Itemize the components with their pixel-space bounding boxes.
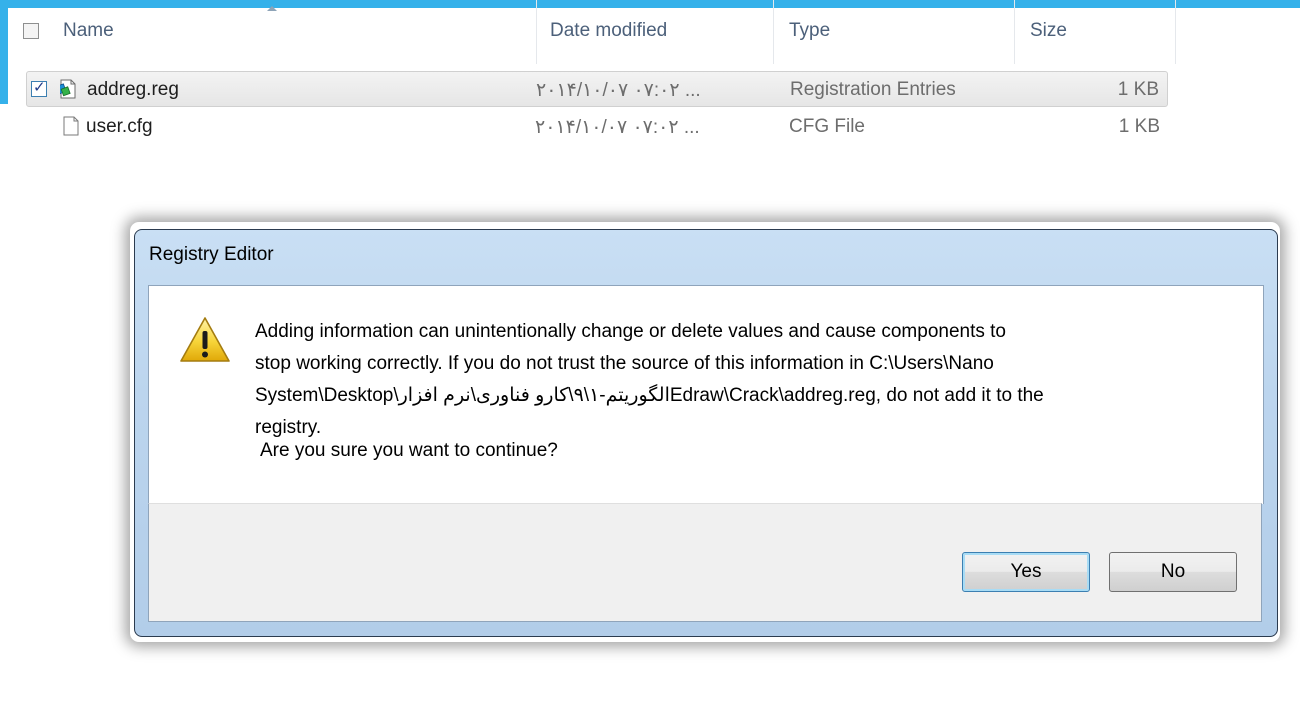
window-accent-edge <box>0 0 8 104</box>
column-header-name-label: Name <box>63 20 114 41</box>
select-all-checkbox[interactable] <box>23 23 39 39</box>
column-divider[interactable] <box>1175 0 1176 64</box>
yes-button[interactable]: Yes <box>962 552 1090 592</box>
file-type: CFG File <box>789 116 865 137</box>
file-name: addreg.reg <box>87 79 179 100</box>
column-header-size-label: Size <box>1030 20 1067 41</box>
dialog-button-bar: Yes No <box>148 503 1262 622</box>
sort-ascending-icon <box>267 6 277 11</box>
warning-message: Adding information can unintentionally c… <box>255 316 1255 444</box>
column-header-date-label: Date modified <box>550 20 668 41</box>
registry-editor-dialog: Registry Editor Adding information can u… <box>134 229 1278 637</box>
column-header-date-modified[interactable]: Date modified <box>537 0 773 64</box>
no-button[interactable]: No <box>1109 552 1237 592</box>
file-row[interactable]: user.cfg ۲۰۱۴/۱۰/۰۷ ۰۷:۰۲ ... CFG File 1… <box>26 113 1168 149</box>
file-select-checkbox[interactable] <box>31 78 47 97</box>
column-header-name[interactable]: Name <box>50 0 536 64</box>
file-row[interactable]: addreg.reg ۲۰۱۴/۱۰/۰۷ ۰۷:۰۲ ... Registra… <box>26 71 1168 107</box>
warning-message-line: System\Desktop\الگوریتم-۱\۹\کارو فناوری\… <box>255 385 1044 406</box>
confirm-question: Are you sure you want to continue? <box>260 440 558 461</box>
column-header-size[interactable]: Size <box>1015 0 1175 64</box>
dialog-content: Adding information can unintentionally c… <box>148 285 1264 504</box>
file-date-modified: ۲۰۱۴/۱۰/۰۷ ۰۷:۰۲ ... <box>536 80 701 101</box>
file-date-modified: ۲۰۱۴/۱۰/۰۷ ۰۷:۰۲ ... <box>535 117 700 138</box>
warning-message-line: stop working correctly. If you do not tr… <box>255 353 994 374</box>
file-size: 1 KB <box>1117 79 1159 100</box>
warning-icon <box>180 317 230 362</box>
warning-message-line: Adding information can unintentionally c… <box>255 321 1007 342</box>
column-header-type[interactable]: Type <box>774 0 1014 64</box>
dialog-title[interactable]: Registry Editor <box>149 244 274 266</box>
blank-file-icon <box>63 116 79 136</box>
file-type: Registration Entries <box>790 79 956 100</box>
file-name: user.cfg <box>86 116 153 137</box>
column-header-type-label: Type <box>789 20 831 41</box>
file-size: 1 KB <box>1118 116 1160 137</box>
registry-file-icon <box>60 79 76 99</box>
